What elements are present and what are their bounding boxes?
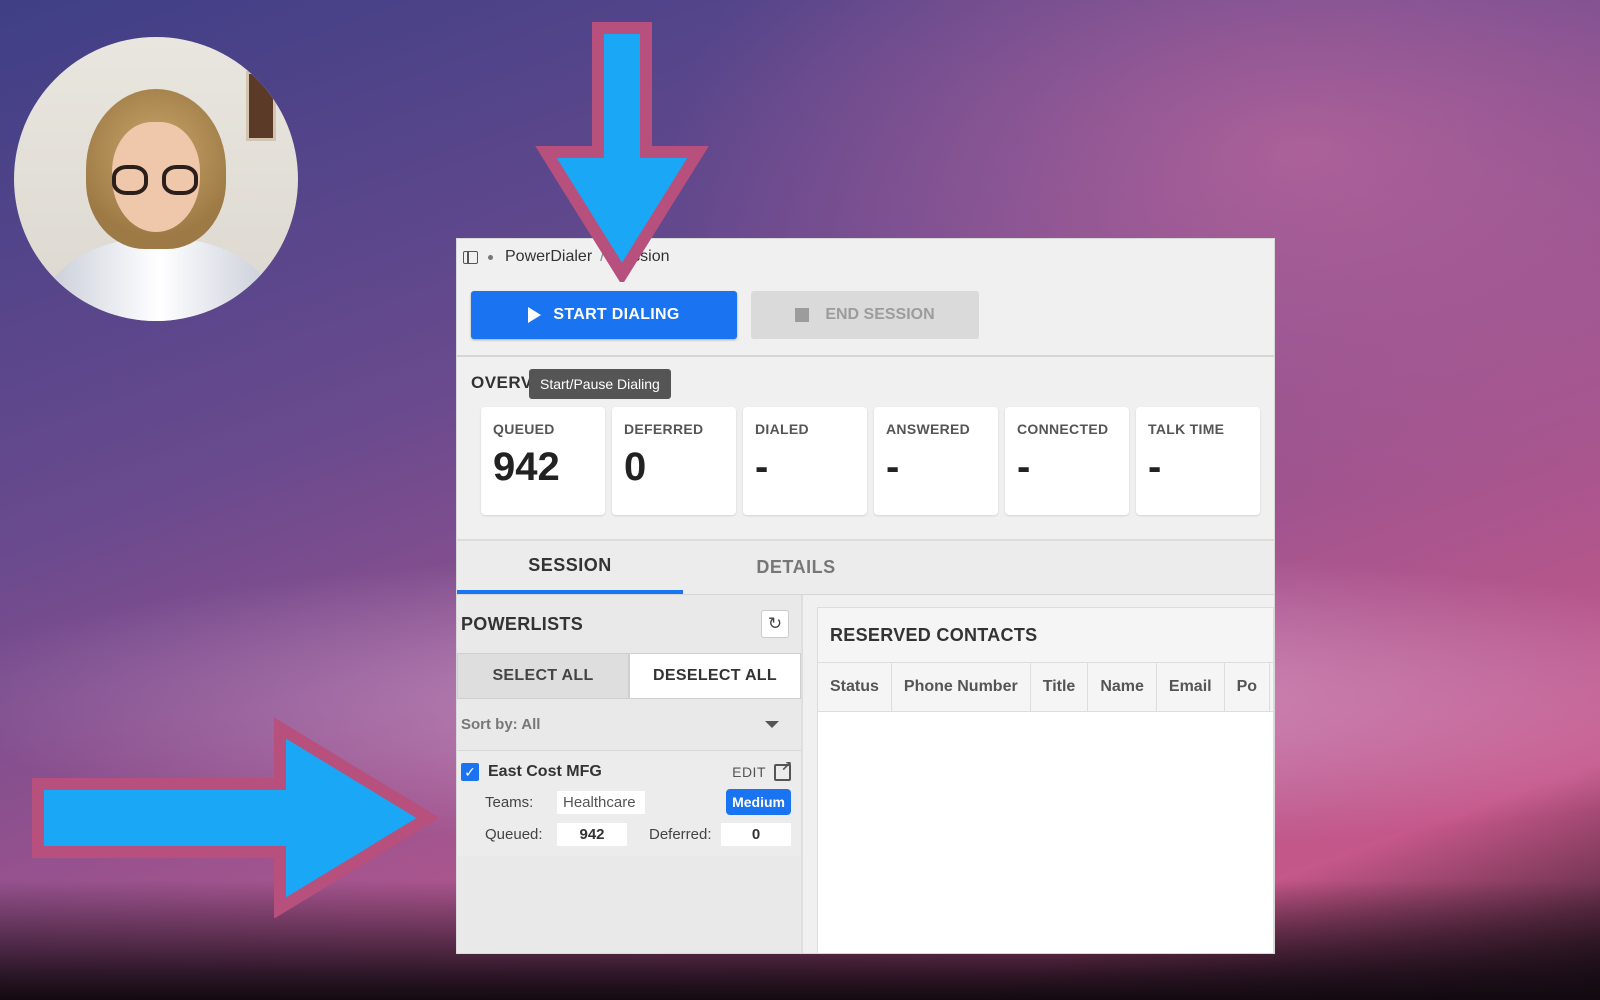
column-po[interactable]: Po	[1225, 663, 1271, 711]
stat-value: 942	[493, 445, 560, 489]
presenter-webcam	[14, 37, 298, 321]
stat-queued: QUEUED 942	[481, 407, 605, 515]
glasses-icon	[162, 165, 198, 195]
selection-buttons: SELECT ALL DESELECT ALL	[457, 653, 801, 699]
stat-dialed: DIALED -	[743, 407, 867, 515]
stat-deferred: DEFERRED 0	[612, 407, 736, 515]
end-session-button[interactable]: END SESSION	[751, 291, 979, 339]
powerlists-panel: POWERLISTS ↻ SELECT ALL DESELECT ALL Sor…	[457, 595, 803, 953]
teams-value: Healthcare	[557, 790, 645, 814]
stat-value: -	[1148, 445, 1162, 489]
stat-talk-time: TALK TIME -	[1136, 407, 1260, 515]
queued-value: 942	[557, 823, 627, 846]
column-status[interactable]: Status	[818, 663, 892, 711]
powerdialer-window: PowerDialer / Session START DIALING END …	[456, 238, 1275, 954]
overview-section: OVERVIEW Start/Pause Dialing QUEUED 942 …	[457, 357, 1274, 539]
stat-label: TALK TIME	[1148, 421, 1225, 437]
end-session-label: END SESSION	[825, 306, 935, 323]
powerlist-item: ✓ East Cost MFG EDIT Teams: Healthcare M…	[457, 751, 801, 856]
tab-details[interactable]: DETAILS	[683, 541, 909, 594]
reserved-contacts-table-header: Status Phone Number Title Name Email Po	[818, 662, 1273, 712]
teams-label: Teams:	[485, 793, 534, 811]
tab-bar: SESSION DETAILS	[457, 539, 1274, 595]
play-icon	[528, 307, 542, 323]
start-dialing-label: START DIALING	[553, 306, 680, 323]
overview-title: OVERVIEW	[471, 373, 533, 392]
reserved-contacts-panel: RESERVED CONTACTS Status Phone Number Ti…	[817, 607, 1274, 953]
powerlist-checkbox[interactable]: ✓	[461, 763, 479, 781]
stat-value: -	[886, 445, 900, 489]
deferred-value: 0	[721, 823, 791, 846]
external-link-icon	[774, 758, 793, 781]
select-all-button[interactable]: SELECT ALL	[457, 653, 629, 699]
sort-label: Sort by: All	[461, 716, 541, 733]
stat-label: DIALED	[755, 421, 809, 437]
reserved-contacts-section: RESERVED CONTACTS Status Phone Number Ti…	[803, 595, 1274, 953]
stat-label: CONNECTED	[1017, 421, 1109, 437]
edit-powerlist-link[interactable]: EDIT	[732, 758, 793, 781]
down-arrow-icon	[535, 22, 709, 282]
sidebar-toggle-icon[interactable]	[463, 250, 478, 264]
stat-answered: ANSWERED -	[874, 407, 998, 515]
edit-label: EDIT	[732, 764, 766, 780]
deferred-label: Deferred:	[649, 826, 712, 843]
stat-connected: CONNECTED -	[1005, 407, 1129, 515]
queued-label: Queued:	[485, 826, 543, 843]
refresh-icon: ↻	[767, 614, 783, 633]
stat-value: -	[755, 445, 769, 489]
column-title[interactable]: Title	[1031, 663, 1089, 711]
toolbar: START DIALING END SESSION	[457, 275, 1274, 357]
chevron-down-icon	[765, 721, 779, 728]
session-content: POWERLISTS ↻ SELECT ALL DESELECT ALL Sor…	[457, 595, 1274, 953]
start-dialing-button[interactable]: START DIALING	[471, 291, 737, 339]
stats-row: QUEUED 942 DEFERRED 0 DIALED - ANSWERED …	[481, 407, 1260, 515]
start-pause-tooltip: Start/Pause Dialing	[529, 369, 671, 399]
stat-value: 0	[624, 445, 647, 489]
tab-session[interactable]: SESSION	[457, 541, 683, 594]
priority-badge: Medium	[726, 789, 791, 815]
powerlist-name: East Cost MFG	[488, 763, 602, 780]
stat-value: -	[1017, 445, 1031, 489]
powerlists-header: POWERLISTS ↻	[457, 595, 801, 653]
stat-label: ANSWERED	[886, 421, 971, 437]
stat-label: QUEUED	[493, 421, 555, 437]
refresh-button[interactable]: ↻	[761, 610, 789, 638]
reserved-contacts-title: RESERVED CONTACTS	[818, 608, 1273, 662]
sort-dropdown[interactable]: Sort by: All	[457, 699, 801, 751]
stat-label: DEFERRED	[624, 421, 704, 437]
stop-icon	[795, 308, 810, 322]
column-name[interactable]: Name	[1088, 663, 1157, 711]
column-email[interactable]: Email	[1157, 663, 1225, 711]
wall-picture	[246, 71, 276, 141]
presenter-body	[44, 237, 274, 321]
glasses-icon	[112, 165, 148, 195]
right-arrow-icon	[32, 718, 440, 918]
deselect-all-button[interactable]: DESELECT ALL	[629, 653, 801, 699]
separator-dot-icon	[488, 254, 493, 260]
column-phone-number[interactable]: Phone Number	[892, 663, 1031, 711]
powerlists-title: POWERLISTS	[461, 613, 584, 634]
